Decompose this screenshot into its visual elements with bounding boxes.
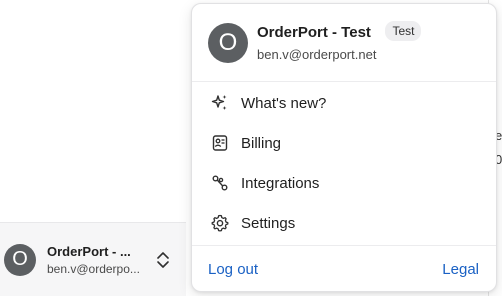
chevron-up-down-icon[interactable] [155, 249, 171, 271]
menu-item-label: What's new? [241, 94, 327, 112]
account-email: ben.v@orderport.net [257, 46, 377, 62]
menu-item-label: Billing [241, 134, 282, 152]
menu-item-label: Integrations [241, 174, 320, 192]
menu-footer: Log out Legal [192, 246, 496, 291]
avatar: O [208, 22, 248, 63]
logout-link[interactable]: Log out [208, 261, 258, 278]
sidebar: O OrderPort - ... ben.v@orderpo... [0, 0, 190, 296]
menu-item-label: Settings [241, 214, 296, 232]
legal-link[interactable]: Legal [442, 261, 479, 278]
menu-item-integrations[interactable]: Integrations [192, 163, 496, 203]
account-menu: O OrderPort - Test ben.v@orderport.net T… [191, 3, 497, 292]
avatar: O [4, 243, 36, 276]
menu-header: O OrderPort - Test ben.v@orderport.net T… [192, 4, 496, 82]
menu-item-billing[interactable]: Billing [192, 123, 496, 163]
menu-item-settings[interactable]: Settings [192, 203, 496, 243]
account-name: OrderPort - ... [47, 243, 131, 259]
menu-item-whats-new[interactable]: What's new? [192, 83, 496, 123]
account-email: ben.v@orderpo... [47, 261, 140, 276]
account-switcher[interactable]: O OrderPort - ... ben.v@orderpo... [0, 222, 186, 296]
account-name: OrderPort - Test [257, 23, 371, 41]
account-info: OrderPort - ... ben.v@orderpo... [47, 244, 143, 276]
sparkle-icon [210, 93, 230, 113]
integrations-icon [210, 173, 230, 193]
menu-list: What's new? Billing Integrations Setting… [192, 83, 496, 246]
account-details: OrderPort - Test ben.v@orderport.net [257, 24, 376, 62]
gear-icon [210, 213, 230, 233]
environment-badge: Test [385, 20, 422, 41]
billing-icon [210, 133, 230, 153]
